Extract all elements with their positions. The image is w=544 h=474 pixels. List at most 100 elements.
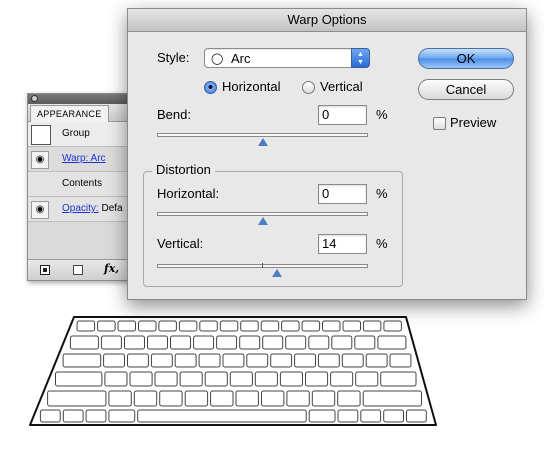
cancel-button[interactable]: Cancel (418, 79, 514, 100)
keyboard-key (270, 353, 293, 368)
keyboard-key (239, 335, 261, 350)
preview-checkbox[interactable] (433, 117, 446, 130)
vertical-distortion-label: Vertical: (157, 236, 204, 251)
tab-appearance[interactable]: APPEARANCE (30, 105, 109, 122)
keyboard-key (179, 371, 203, 387)
keyboard-key (281, 320, 300, 332)
dialog-title: Warp Options (128, 9, 526, 32)
eye-icon[interactable]: ◉ (31, 151, 49, 169)
keyboard-key (137, 409, 307, 423)
style-value: Arc (231, 51, 251, 66)
keyboard-key (129, 371, 153, 387)
arc-shape-icon: ◯ (211, 53, 224, 65)
appearance-panel: APPEARANCE Group ◉ Warp: Arc Contents ◉ … (27, 93, 136, 281)
keyboard-key (285, 335, 307, 350)
keyboard-key (127, 353, 149, 368)
chevron-updown-icon: ▲ ▼ (351, 48, 370, 68)
keyboard-key (219, 320, 239, 332)
panel-titlebar (28, 94, 135, 104)
style-select[interactable]: ◯ Arc ▲ ▼ (204, 48, 370, 68)
keyboard-key (262, 335, 284, 350)
keyboard-key (365, 353, 388, 368)
keyboard-key (76, 320, 96, 332)
bend-slider-track[interactable] (157, 133, 368, 137)
keyboard-key (235, 390, 259, 407)
keyboard-key (377, 335, 407, 350)
horizontal-distortion-slider-track[interactable] (157, 212, 368, 216)
add-new-stroke-icon[interactable] (40, 265, 50, 275)
horizontal-distortion-unit: % (376, 186, 388, 201)
keyboard-key (330, 371, 354, 387)
vertical-radio[interactable] (302, 81, 315, 94)
preview-label[interactable]: Preview (450, 115, 496, 130)
fx-icon[interactable]: fx, (104, 262, 119, 275)
warp-effect-link[interactable]: Warp: Arc (62, 153, 106, 164)
keyboard-key (138, 320, 157, 332)
group-thumbnail (31, 125, 51, 145)
keyboard-key (317, 353, 340, 368)
keyboard-key (104, 371, 128, 387)
keyboard-key (362, 320, 382, 332)
keyboard-key (246, 353, 269, 368)
keyboard-key (322, 320, 341, 332)
slider-center-tick (262, 263, 263, 268)
keyboard-key (216, 335, 238, 350)
appearance-row-group[interactable]: Group (28, 122, 135, 147)
keyboard-key (279, 371, 303, 387)
panel-bottom-toolbar: fx, (28, 259, 135, 280)
row-label: Contents (62, 178, 103, 189)
keyboard-outline (29, 316, 437, 426)
horizontal-distortion-input[interactable]: 0 (318, 184, 367, 204)
keyboard-key (204, 371, 228, 387)
keyboard-key (85, 409, 107, 423)
keyboard-key (210, 390, 234, 407)
vertical-distortion-slider-thumb[interactable] (272, 269, 283, 277)
horizontal-distortion-slider-thumb[interactable] (257, 217, 268, 225)
keyboard-key (301, 320, 321, 332)
keyboard-key (254, 371, 278, 387)
appearance-row-opacity[interactable]: ◉ Opacity: Defa (28, 197, 135, 222)
keyboard-key (331, 335, 353, 350)
horizontal-radio[interactable] (204, 81, 217, 94)
opacity-value: Defa (101, 203, 123, 214)
panel-close-icon[interactable] (31, 95, 38, 102)
opacity-link[interactable]: Opacity: (62, 203, 99, 214)
distortion-legend: Distortion (152, 162, 215, 177)
keyboard-key (184, 390, 209, 407)
ok-button[interactable]: OK (418, 48, 514, 69)
keyboard-key (178, 320, 198, 332)
keyboard-key (222, 353, 245, 368)
keyboard-key (159, 390, 183, 407)
appearance-row-warp[interactable]: ◉ Warp: Arc (28, 147, 135, 172)
appearance-row-contents[interactable]: Contents (28, 172, 135, 197)
keyboard-key (286, 390, 310, 407)
eye-icon[interactable]: ◉ (31, 201, 49, 219)
keyboard-key (308, 335, 330, 350)
horizontal-radio-label[interactable]: Horizontal (222, 79, 281, 94)
keyboard-key (406, 409, 427, 423)
keyboard-illustration (29, 316, 437, 426)
keyboard-key (108, 390, 132, 407)
keyboard-key (229, 371, 253, 387)
bend-slider-thumb[interactable] (257, 138, 268, 146)
keyboard-key (158, 320, 177, 332)
keyboard-key (150, 353, 173, 368)
keyboard-key (47, 390, 107, 407)
keyboard-key (62, 409, 84, 423)
opacity-label-group: Opacity: Defa (62, 203, 123, 214)
keyboard-key (294, 353, 317, 368)
keyboard-key (199, 320, 218, 332)
keyboard-key (147, 335, 168, 350)
bend-input[interactable]: 0 (318, 105, 367, 125)
keyboard-key (154, 371, 178, 387)
vertical-distortion-input[interactable]: 14 (318, 234, 367, 254)
bend-unit: % (376, 107, 388, 122)
clear-appearance-icon[interactable] (73, 265, 83, 275)
keyboard-key (117, 320, 136, 332)
keyboard-key (383, 320, 402, 332)
vertical-radio-label[interactable]: Vertical (320, 79, 363, 94)
keyboard-key (261, 390, 285, 407)
keyboard-key (354, 335, 376, 350)
keyboard-key (337, 390, 361, 407)
keyboard-key (305, 371, 329, 387)
